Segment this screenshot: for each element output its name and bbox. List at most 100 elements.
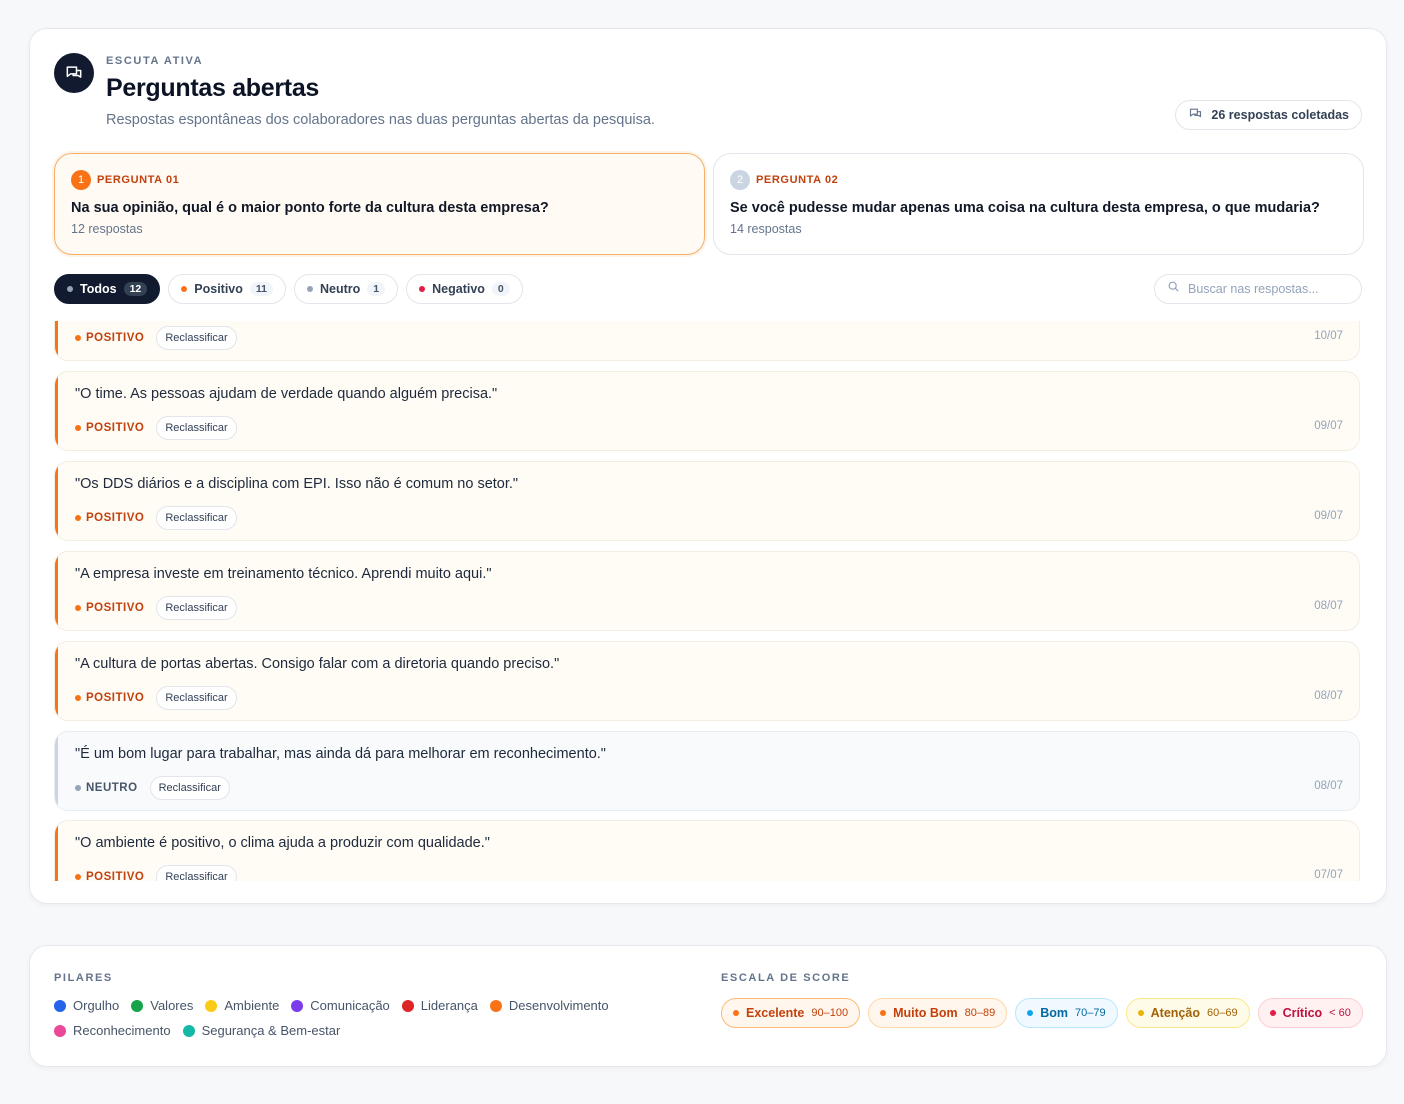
pillar-item: Comunicação	[291, 998, 390, 1013]
response-text: "É um bom lugar para trabalhar, mas aind…	[75, 746, 606, 762]
pillar-item: Ambiente	[205, 998, 279, 1013]
response-date: 10/07	[1314, 330, 1343, 342]
sentiment-label: POSITIVO	[86, 512, 145, 524]
score-name: Atenção	[1150, 1006, 1200, 1020]
score-range: < 60	[1329, 1007, 1351, 1019]
pillars-label: PILARES	[54, 972, 113, 984]
pillar-item: Valores	[131, 998, 193, 1013]
score-range: 80–89	[964, 1007, 996, 1019]
reclassify-button[interactable]: Reclassificar	[156, 686, 237, 710]
score-scale-legend: Excelente 90–100 Muito Bom 80–89 Bom 70–…	[721, 998, 1363, 1028]
score-good: Bom 70–79	[1015, 998, 1118, 1028]
sentiment-label: NEUTRO	[86, 782, 138, 794]
page-title: Perguntas abertas	[106, 74, 320, 102]
open-questions-card: ESCUTA ATIVA Perguntas abertas Respostas…	[29, 28, 1387, 904]
response-text: "O ambiente é positivo, o clima ajuda a …	[75, 835, 490, 851]
pillar-name: Valores	[150, 998, 194, 1013]
sentiment-badge: POSITIVO	[75, 692, 144, 704]
response-item: "Os DDS diários e a disciplina com EPI. …	[54, 461, 1360, 541]
pillar-item: Liderança	[401, 998, 478, 1013]
pillar-name: Orgulho	[73, 998, 120, 1013]
pillar-item: Segurança & Bem-estar	[182, 1023, 341, 1038]
score-name: Excelente	[746, 1006, 805, 1020]
question-number: 1	[71, 170, 91, 190]
response-item: "O time. As pessoas ajudam de verdade qu…	[54, 371, 1360, 451]
score-very-good: Muito Bom 80–89	[868, 998, 1008, 1028]
sentiment-label: POSITIVO	[86, 332, 145, 344]
pillar-name: Ambiente	[224, 998, 280, 1013]
response-item: "O ambiente é positivo, o clima ajuda a …	[54, 820, 1360, 881]
response-date: 08/07	[1314, 780, 1343, 792]
chat-bubbles-icon	[54, 53, 94, 93]
sentiment-label: POSITIVO	[86, 871, 145, 881]
sentiment-badge: POSITIVO	[75, 512, 144, 524]
score-name: Bom	[1040, 1006, 1069, 1020]
question-card-1[interactable]: 1 PERGUNTA 01 Na sua opinião, qual é o ma…	[54, 153, 705, 255]
filter-label: Negativo	[432, 282, 485, 296]
reclassify-button[interactable]: Reclassificar	[149, 776, 230, 800]
score-excellent: Excelente 90–100	[721, 998, 861, 1028]
chat-icon	[1188, 106, 1203, 124]
responses-list[interactable]: POSITIVO Reclassificar 10/07 "O time. As…	[54, 321, 1360, 881]
sentiment-label: POSITIVO	[86, 422, 145, 434]
score-name: Muito Bom	[893, 1006, 958, 1020]
filter-count: 12	[123, 282, 148, 296]
question-count: 14 respostas	[730, 222, 802, 236]
response-item: "A cultura de portas abertas. Consigo fa…	[54, 641, 1360, 721]
pillar-name: Desenvolvimento	[508, 998, 609, 1013]
legend-card: PILARES Orgulho Valores Ambiente Comunic…	[29, 945, 1387, 1067]
section-eyebrow: ESCUTA ATIVA	[106, 55, 204, 67]
response-date: 07/07	[1314, 869, 1343, 881]
response-text: "O time. As pessoas ajudam de verdade qu…	[75, 386, 498, 402]
filter-positive[interactable]: Positivo 11	[168, 274, 286, 304]
question-card-2[interactable]: 2 PERGUNTA 02 Se você pudesse mudar apena…	[713, 153, 1364, 255]
sentiment-badge: POSITIVO	[75, 422, 144, 434]
score-critical: Crítico < 60	[1257, 998, 1363, 1028]
reclassify-button[interactable]: Reclassificar	[156, 865, 237, 881]
filter-label: Todos	[80, 282, 117, 296]
filter-negative[interactable]: Negativo 0	[406, 274, 523, 304]
response-item: POSITIVO Reclassificar 10/07	[54, 321, 1360, 361]
response-date: 09/07	[1314, 420, 1343, 432]
response-date: 08/07	[1314, 690, 1343, 702]
pillar-item: Desenvolvimento	[489, 998, 609, 1013]
responses-count-badge: 26 respostas coletadas	[1175, 100, 1362, 130]
filter-count: 11	[249, 282, 273, 296]
sentiment-label: POSITIVO	[86, 692, 145, 704]
reclassify-button[interactable]: Reclassificar	[156, 416, 237, 440]
filter-neutral[interactable]: Neutro 1	[294, 274, 399, 304]
sentiment-badge: NEUTRO	[75, 782, 138, 794]
search-input[interactable]	[1188, 282, 1338, 296]
reclassify-button[interactable]: Reclassificar	[156, 326, 237, 350]
filter-dot	[181, 286, 188, 292]
response-date: 09/07	[1314, 510, 1343, 522]
response-item: "É um bom lugar para trabalhar, mas aind…	[54, 731, 1360, 811]
sentiment-label: POSITIVO	[86, 602, 145, 614]
filter-dot	[67, 286, 73, 292]
filter-all[interactable]: Todos 12	[54, 274, 161, 304]
sentiment-badge: POSITIVO	[75, 332, 144, 344]
score-range: 60–69	[1206, 1007, 1238, 1019]
pillar-name: Comunicação	[310, 998, 390, 1013]
pillar-item: Reconhecimento	[54, 1023, 171, 1038]
reclassify-button[interactable]: Reclassificar	[156, 596, 237, 620]
question-label: PERGUNTA 01	[97, 174, 180, 186]
response-item: "A empresa investe em treinamento técnic…	[54, 551, 1360, 631]
reclassify-button[interactable]: Reclassificar	[156, 506, 237, 530]
score-attention: Atenção 60–69	[1125, 998, 1250, 1028]
question-text: Se você pudesse mudar apenas uma coisa n…	[730, 200, 1320, 216]
question-label: PERGUNTA 02	[756, 174, 839, 186]
filter-count: 0	[491, 282, 510, 296]
filter-label: Neutro	[320, 282, 361, 296]
sentiment-badge: POSITIVO	[75, 871, 144, 881]
score-range: 70–79	[1075, 1007, 1106, 1019]
response-text: "A empresa investe em treinamento técnic…	[75, 566, 492, 582]
pillar-name: Segurança & Bem-estar	[201, 1023, 341, 1038]
score-scale-label: ESCALA DE SCORE	[721, 972, 851, 984]
sentiment-filters: Todos 12 Positivo 11 Neutro 1 Negativo 0	[54, 274, 523, 304]
filter-dot	[307, 286, 313, 292]
search-box	[1154, 274, 1362, 304]
filter-dot	[419, 286, 426, 292]
filter-count: 1	[367, 282, 386, 296]
sentiment-badge: POSITIVO	[75, 602, 144, 614]
